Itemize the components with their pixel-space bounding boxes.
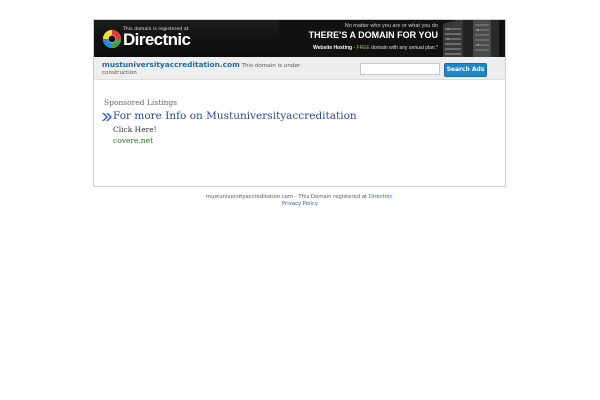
parked-domain-frame: This domain is registered at Directnic N… — [93, 19, 506, 187]
promo-offer: Website Hosting - FREE domain with any a… — [258, 44, 438, 52]
search-ads-button[interactable]: Search Ads — [444, 63, 487, 77]
search-toolbar: mustuniversityaccreditation.com This dom… — [94, 57, 505, 80]
banner-logo-area: This domain is registered at Directnic — [94, 20, 279, 57]
privacy-policy-link[interactable]: Privacy Policy — [282, 201, 318, 207]
domain-info: mustuniversityaccreditation.com This dom… — [102, 60, 302, 76]
directnic-link[interactable]: Directnic — [369, 194, 393, 200]
directnic-logo-text: Directnic — [123, 30, 191, 49]
footer-registration: mustuniversityaccreditation.com - This D… — [0, 194, 600, 201]
promo-hosting-label: Website Hosting — [313, 45, 353, 51]
promo-offer-rest: domain with any annual plan.* — [369, 45, 438, 51]
footer-text: mustuniversityaccreditation.com - This D… — [205, 194, 369, 200]
listing-description[interactable]: Click Here! — [113, 125, 157, 134]
directnic-logo-icon — [103, 30, 121, 48]
domain-name: mustuniversityaccreditation.com — [102, 60, 240, 69]
hosting-promo[interactable]: No matter who you are or what you do THE… — [258, 23, 438, 52]
promo-free-label: FREE — [356, 45, 370, 51]
double-chevron-right-icon — [102, 113, 112, 121]
promo-tagline: No matter who you are or what you do — [344, 23, 438, 29]
footer-privacy: Privacy Policy — [0, 201, 600, 208]
server-rack-icon — [443, 20, 499, 57]
footer-period: . — [392, 194, 395, 200]
page-footer: mustuniversityaccreditation.com - This D… — [0, 194, 600, 208]
sponsored-heading: Sponsored Listings — [104, 98, 177, 107]
promo-headline: THERE'S A DOMAIN FOR YOU — [308, 30, 438, 40]
search-input[interactable] — [360, 63, 440, 75]
directnic-banner[interactable]: This domain is registered at Directnic N… — [94, 20, 505, 57]
listing-url[interactable]: covere.net — [113, 136, 153, 145]
listing-title-link[interactable]: For more Info on Mustuniversityaccredita… — [113, 110, 357, 122]
